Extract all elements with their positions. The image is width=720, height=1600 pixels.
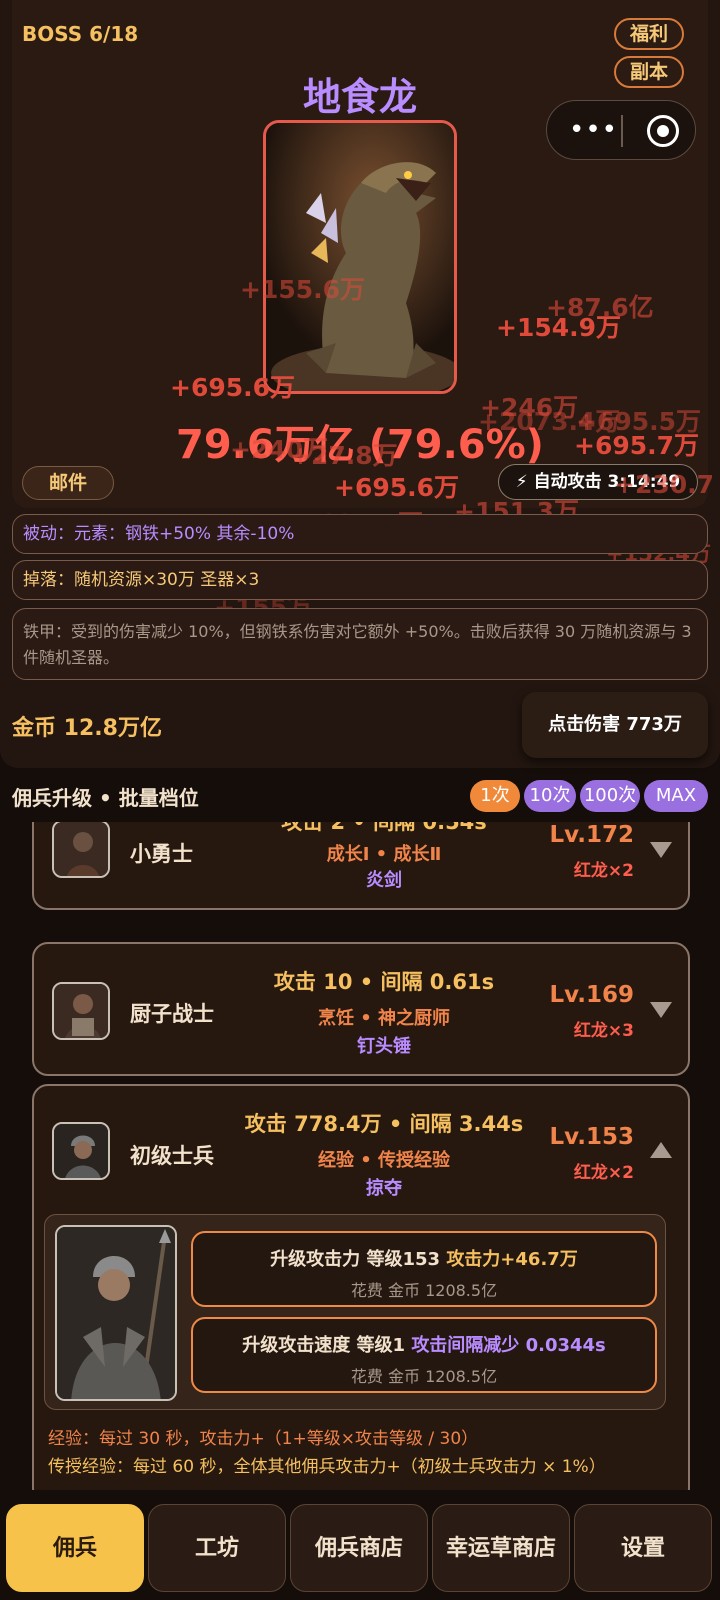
- merc-avatar: [52, 982, 110, 1040]
- boss-passive: 被动：元素：钢铁+50% 其余-10%: [12, 514, 708, 554]
- merc-card[interactable]: 厨子战士 攻击 10 • 间隔 0.61s 烹饪 • 神之厨师 钉头锤 Lv.1…: [32, 942, 690, 1076]
- expand-chevron-icon[interactable]: [650, 1002, 672, 1018]
- click-damage: 点击伤害 773万: [522, 692, 708, 758]
- upgrade-speed-bonus: 攻击间隔减少 0.0344s: [411, 1335, 606, 1356]
- batch-option-max[interactable]: MAX: [644, 780, 708, 812]
- nav-tab-clover-shop[interactable]: 幸运草商店: [432, 1504, 570, 1592]
- merc-section-header: 佣兵升级 • 批量档位: [12, 786, 199, 810]
- nav-tab-workshop[interactable]: 工坊: [148, 1504, 286, 1592]
- merc-stat: 攻击 778.4万 • 间隔 3.44s: [244, 1112, 524, 1136]
- merc-weapon: 掠夺: [366, 1178, 402, 1199]
- merc-avatar: [52, 1122, 110, 1180]
- boss-panel: BOSS 6/18 福利 副本 ••• 地食龙 79.6万亿 (79.6%) 邮…: [0, 0, 720, 768]
- mail-button[interactable]: 邮件: [22, 466, 114, 500]
- dragon-illustration: [266, 123, 454, 391]
- bottom-nav: 佣兵 工坊 佣兵商店 幸运草商店 设置: [0, 1492, 720, 1600]
- upgrade-speed-button[interactable]: 升级攻击速度 等级1 攻击间隔减少 0.0344s 花费 金币 1208.5亿: [191, 1317, 657, 1393]
- merc-list[interactable]: 小勇士 攻击 2 • 间隔 0.54s 成长Ⅰ • 成长Ⅱ 炎剑 Lv.172 …: [0, 822, 720, 1490]
- boss-hp-text: 79.6万亿 (79.6%): [176, 422, 544, 468]
- upgrade-attack-title: 升级攻击力 等级153: [270, 1249, 441, 1270]
- batch-option-10[interactable]: 10次: [524, 780, 576, 812]
- merc-weapon: 钉头锤: [357, 1036, 411, 1057]
- merc-requirement: 红龙×2: [573, 861, 634, 881]
- upgrade-speed-title: 升级攻击速度 等级1: [242, 1335, 406, 1356]
- merc-detail-panel: 升级攻击力 等级153 攻击力+46.7万 花费 金币 1208.5亿 升级攻击…: [44, 1214, 666, 1410]
- nav-tab-settings[interactable]: 设置: [574, 1504, 712, 1592]
- merc-requirement: 红龙×2: [573, 1163, 634, 1183]
- upgrade-speed-cost: 花费 金币 1208.5亿: [350, 1367, 498, 1386]
- merc-avatar: [52, 822, 110, 878]
- merc-traits: 成长Ⅰ • 成长Ⅱ: [326, 844, 442, 865]
- merc-traits: 经验 • 传授经验: [317, 1150, 451, 1171]
- merc-skill-note: 传授经验：每过 60 秒，全体其他佣兵攻击力+（初级士兵攻击力 × 1%）: [48, 1457, 606, 1477]
- gold-amount: 金币 12.8万亿: [12, 716, 162, 741]
- upgrade-attack-cost: 花费 金币 1208.5亿: [350, 1281, 498, 1300]
- collapse-chevron-icon[interactable]: [650, 1142, 672, 1158]
- merc-level: Lv.172: [549, 822, 634, 848]
- auto-attack-button[interactable]: ⚡ 自动攻击 3:14:49: [498, 464, 698, 500]
- boss-description: 铁甲：受到的伤害减少 10%，但钢铁系伤害对它额外 +50%。击败后获得 30 …: [12, 608, 708, 680]
- merc-portrait: [55, 1225, 177, 1401]
- boss-progress: BOSS 6/18: [22, 22, 139, 46]
- merc-name: 小勇士: [130, 842, 193, 866]
- batch-option-1[interactable]: 1次: [470, 780, 520, 812]
- merc-card[interactable]: 小勇士 攻击 2 • 间隔 0.54s 成长Ⅰ • 成长Ⅱ 炎剑 Lv.172 …: [32, 822, 690, 910]
- boss-drop: 掉落：随机资源×30万 圣器×3: [12, 560, 708, 600]
- boss-name: 地食龙: [302, 75, 417, 119]
- upgrade-attack-button[interactable]: 升级攻击力 等级153 攻击力+46.7万 花费 金币 1208.5亿: [191, 1231, 657, 1307]
- upgrade-attack-bonus: 攻击力+46.7万: [446, 1249, 578, 1270]
- merc-stat: 攻击 2 • 间隔 0.54s: [281, 822, 487, 834]
- boss-portrait[interactable]: [263, 120, 457, 394]
- merc-requirement: 红龙×3: [573, 1021, 634, 1041]
- expand-chevron-icon[interactable]: [650, 842, 672, 858]
- merc-level: Lv.169: [549, 982, 634, 1008]
- merc-stat: 攻击 10 • 间隔 0.61s: [273, 970, 495, 994]
- merc-weapon: 炎剑: [366, 870, 402, 891]
- batch-option-100[interactable]: 100次: [580, 780, 640, 812]
- merc-card-expanded[interactable]: 初级士兵 攻击 778.4万 • 间隔 3.44s 经验 • 传授经验 掠夺 L…: [32, 1084, 690, 1490]
- merc-level: Lv.153: [549, 1124, 634, 1150]
- merc-traits: 烹饪 • 神之厨师: [317, 1008, 451, 1029]
- welfare-button[interactable]: 福利: [614, 18, 685, 50]
- merc-skill-note: 经验：每过 30 秒，攻击力+（1+等级×攻击等级 / 30）: [48, 1429, 479, 1449]
- nav-tab-merc-shop[interactable]: 佣兵商店: [290, 1504, 428, 1592]
- nav-tab-mercs[interactable]: 佣兵: [6, 1504, 144, 1592]
